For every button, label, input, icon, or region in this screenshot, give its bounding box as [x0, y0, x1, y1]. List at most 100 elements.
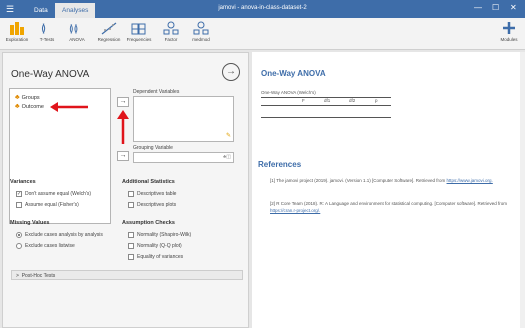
maximize-button[interactable]: ☐	[492, 3, 499, 12]
results-title: One-Way ANOVA	[261, 69, 326, 78]
table-bottom-rule	[261, 117, 391, 118]
frequencies-icon	[131, 23, 146, 35]
descriptives-table-option[interactable]: Descriptives table	[128, 191, 176, 197]
ttests-icon: ≬	[41, 23, 46, 35]
variable-label: Outcome	[21, 103, 44, 110]
reference-1: [1] The jamovi project (2019). jamovi. (…	[270, 177, 518, 184]
svg-text:≬≬: ≬≬	[69, 24, 78, 35]
col-p: p	[375, 98, 378, 103]
scrollbar[interactable]	[520, 52, 525, 328]
equality-variances-option[interactable]: Equality of variances	[128, 254, 183, 260]
anova-icon: ≬≬	[69, 24, 78, 35]
exploration-button[interactable]: Exploration	[2, 21, 32, 42]
medmod-label: medmod	[192, 37, 210, 42]
regression-label: Regression	[97, 37, 121, 42]
annotation-arrow-left	[50, 102, 88, 112]
annotation-arrow-up	[117, 110, 129, 144]
pencil-icon: ✎	[225, 133, 231, 139]
exclude-listwise-option[interactable]: Exclude cases listwise	[16, 243, 75, 249]
variable-outcome[interactable]: ♣ Outcome	[15, 103, 44, 110]
minimize-button[interactable]: —	[474, 3, 482, 12]
close-button[interactable]: ✕	[510, 3, 517, 12]
checkbox-icon[interactable]	[128, 254, 134, 260]
factor-label: Factor	[164, 37, 178, 42]
checkbox-checked-icon[interactable]: ✓	[16, 191, 22, 197]
title-bar: ☰ Data Analyses jamovi - anova-in-class-…	[0, 0, 525, 18]
normality-qq-label: Normality (Q-Q plot)	[137, 243, 182, 249]
radio-selected-icon[interactable]	[16, 232, 22, 238]
reference-number: [2]	[270, 201, 276, 206]
reference-link[interactable]: https://www.jamovi.org.	[447, 178, 493, 183]
modules-label: Modules	[500, 37, 518, 42]
regression-button[interactable]: Regression	[94, 21, 124, 42]
medmod-button[interactable]: medmod	[186, 21, 216, 42]
normality-sw-label: Normality (Shapiro-Wilk)	[137, 232, 192, 238]
col-f: F	[302, 98, 305, 103]
reference-2: [2] R Core Team (2018). R: A Language an…	[270, 200, 518, 214]
chevron-right-icon: >	[16, 273, 19, 279]
grouping-variable-box[interactable]: ♣◫	[133, 152, 234, 163]
panel-title: One-Way ANOVA	[11, 69, 90, 80]
close-panel-arrow-icon[interactable]: →	[222, 63, 240, 81]
missing-values-heading: Missing Values	[10, 220, 50, 226]
fisher-label: Assume equal (Fisher's)	[25, 202, 79, 208]
ttests-label: T-Tests	[39, 37, 55, 42]
reference-link[interactable]: https://cran.r-project.org/.	[270, 208, 320, 213]
exclude-listwise-label: Exclude cases listwise	[25, 243, 75, 249]
col-df1: df1	[324, 98, 331, 103]
modules-button[interactable]: Modules	[494, 21, 524, 42]
analysis-ribbon: Exploration ≬ T-Tests ≬≬ ANOVA Regressio…	[0, 18, 525, 50]
frequencies-label: Frequencies	[126, 37, 152, 42]
descriptives-plots-label: Descriptives plots	[137, 202, 177, 208]
window-title: jamovi - anova-in-class-dataset-2	[218, 5, 307, 11]
references-heading: References	[258, 160, 302, 169]
nominal-icon: ♣	[15, 94, 20, 101]
regression-icon	[101, 22, 117, 35]
factor-button[interactable]: Factor	[156, 21, 186, 42]
medmod-icon	[193, 21, 209, 35]
welch-label: Don't assume equal (Welch's)	[25, 191, 92, 197]
checkbox-icon[interactable]	[128, 191, 134, 197]
normality-qq-option[interactable]: Normality (Q-Q plot)	[128, 243, 182, 249]
fisher-option[interactable]: Assume equal (Fisher's)	[16, 202, 79, 208]
variable-groups[interactable]: ♣ Groups	[15, 94, 40, 101]
checkbox-icon[interactable]	[16, 202, 22, 208]
checkbox-icon[interactable]	[128, 232, 134, 238]
table-header-rule	[261, 105, 391, 106]
move-to-dependent-button[interactable]: →	[117, 97, 129, 107]
reference-number: [1]	[270, 178, 276, 183]
posthoc-label: Post-Hoc Tests	[21, 273, 56, 279]
checkbox-icon[interactable]	[128, 202, 134, 208]
results-panel: One-Way ANOVA One-Way ANOVA (Welch's) F …	[252, 52, 525, 328]
bar-chart-icon	[10, 22, 24, 35]
grouping-variable-label: Grouping Variable	[133, 145, 173, 151]
exclude-analysis-option[interactable]: Exclude cases analysis by analysis	[16, 232, 103, 238]
options-panel: One-Way ANOVA → ♣ Groups ♣ Outcome → Dep…	[2, 52, 249, 328]
additional-statistics-heading: Additional Statistics	[122, 179, 175, 185]
normality-sw-option[interactable]: Normality (Shapiro-Wilk)	[128, 232, 191, 238]
move-to-grouping-button[interactable]: →	[117, 151, 129, 161]
anova-label: ANOVA	[69, 37, 85, 42]
factor-icon	[163, 21, 179, 35]
ttests-button[interactable]: ≬ T-Tests	[32, 21, 62, 42]
col-df2: df2	[349, 98, 356, 103]
anova-button[interactable]: ≬≬ ANOVA	[62, 21, 92, 42]
descriptives-plots-option[interactable]: Descriptives plots	[128, 202, 176, 208]
descriptives-table-label: Descriptives table	[137, 191, 177, 197]
dependent-variables-box[interactable]: ✎	[133, 96, 234, 142]
exploration-label: Exploration	[5, 37, 29, 42]
svg-text:≬: ≬	[41, 23, 46, 35]
posthoc-tests-section[interactable]: > Post-Hoc Tests	[11, 270, 243, 280]
dependent-variables-label: Dependent Variables	[133, 89, 180, 95]
variable-label: Groups	[21, 94, 40, 101]
exclude-analysis-label: Exclude cases analysis by analysis	[25, 232, 103, 238]
variances-heading: Variances	[10, 179, 36, 185]
checkbox-icon[interactable]	[128, 243, 134, 249]
frequencies-button[interactable]: Frequencies	[124, 21, 154, 42]
table-title: One-Way ANOVA (Welch's)	[261, 90, 316, 95]
radio-icon[interactable]	[16, 243, 22, 249]
nominal-icon: ♣	[15, 103, 20, 110]
assumption-checks-heading: Assumption Checks	[122, 220, 175, 226]
welch-option[interactable]: ✓ Don't assume equal (Welch's)	[16, 191, 91, 197]
plus-icon	[503, 22, 515, 34]
